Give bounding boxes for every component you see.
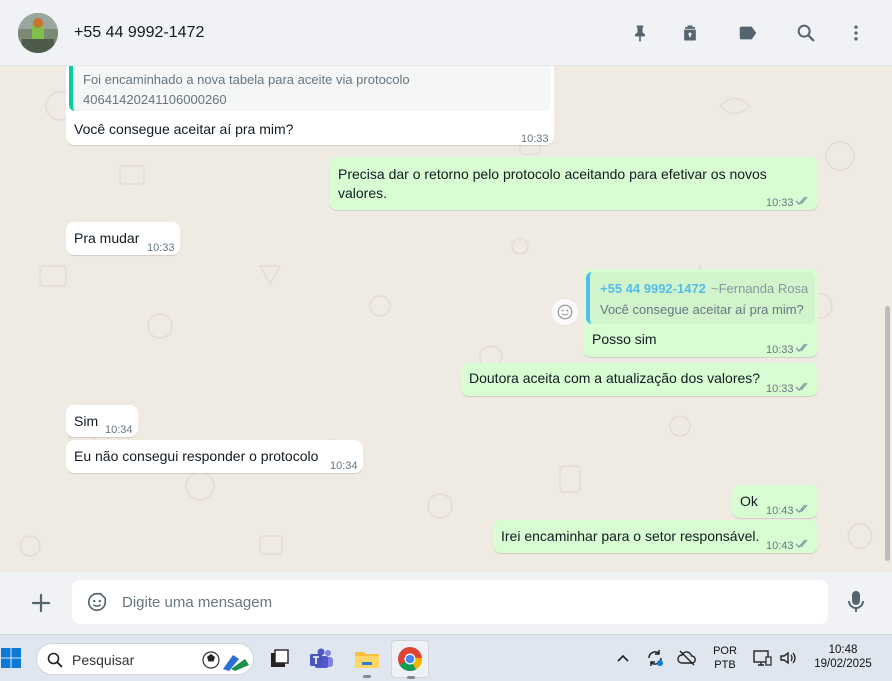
double-check-icon xyxy=(795,539,808,548)
clock-date: 19/02/2025 xyxy=(814,658,872,670)
keyboard-layout: PTB xyxy=(714,659,736,671)
scrollbar-thumb[interactable] xyxy=(885,306,890,561)
message-text: Você consegue aceitar aí pra mim? xyxy=(74,121,294,137)
soccer-widget-icon xyxy=(202,651,249,671)
taskbar-search[interactable]: Pesquisar xyxy=(36,643,254,675)
message-outgoing[interactable]: +55 44 9992-1472 ~Fernanda Rosa Você con… xyxy=(583,269,818,357)
message-text: Posso sim xyxy=(592,331,657,347)
double-check-icon xyxy=(795,343,808,352)
message-incoming[interactable]: Pra mudar 10:33 xyxy=(66,222,180,255)
quote-author: +55 44 9992-1472 xyxy=(600,281,706,296)
message-time: 10:33 xyxy=(521,133,549,145)
language-indicator[interactable]: POR PTB xyxy=(708,645,742,671)
message-text: valores. xyxy=(338,185,388,201)
language-code: POR xyxy=(713,645,737,657)
quote-author-name: ~Fernanda Rosa xyxy=(711,281,809,296)
message-time: 10:34 xyxy=(330,460,358,472)
archive-icon[interactable] xyxy=(678,21,702,45)
message-time: 10:33 xyxy=(766,344,794,356)
message-incoming[interactable]: Foi encaminhado a nova tabela para aceit… xyxy=(66,66,554,145)
message-time: 10:34 xyxy=(105,424,133,436)
message-incoming[interactable]: Sim 10:34 xyxy=(66,405,138,437)
message-outgoing[interactable]: Doutora aceita com a atualização dos val… xyxy=(461,363,818,396)
chevron-up-icon[interactable] xyxy=(614,650,632,668)
reply-quote[interactable]: +55 44 9992-1472 ~Fernanda Rosa Você con… xyxy=(586,272,815,324)
double-check-icon xyxy=(795,196,808,205)
chrome-icon[interactable] xyxy=(391,640,429,679)
message-time: 10:43 xyxy=(766,505,794,517)
message-input-box[interactable] xyxy=(72,580,828,624)
message-outgoing[interactable]: Precisa dar o retorno pelo protocolo ace… xyxy=(329,157,818,210)
sticker-icon[interactable] xyxy=(86,591,108,613)
message-text: Sim xyxy=(74,413,99,429)
message-text: Pra mudar xyxy=(74,230,140,246)
taskbar-clock[interactable]: 10:48 19/02/2025 xyxy=(806,644,880,670)
message-text: Precisa dar o retorno pelo protocolo ace… xyxy=(338,166,767,182)
network-icon[interactable] xyxy=(752,648,774,670)
cloud-offline-icon[interactable] xyxy=(677,648,699,670)
composer-bar xyxy=(0,572,892,634)
pin-icon[interactable] xyxy=(628,21,652,45)
message-time: 10:33 xyxy=(766,197,794,209)
file-explorer-icon[interactable] xyxy=(348,640,386,678)
app-running-indicator xyxy=(363,675,371,678)
windows-start-icon[interactable] xyxy=(0,647,24,671)
task-view-icon[interactable] xyxy=(260,640,298,678)
volume-icon[interactable] xyxy=(778,648,800,670)
attach-plus-icon[interactable] xyxy=(28,590,54,616)
double-check-icon xyxy=(795,504,808,513)
quote-text: Foi encaminhado a nova tabela para aceit… xyxy=(83,72,410,87)
message-incoming[interactable]: Eu não consegui responder o protocolo 10… xyxy=(66,440,363,473)
contact-avatar[interactable] xyxy=(18,13,58,53)
forwarded-quote[interactable]: Foi encaminhado a nova tabela para aceit… xyxy=(69,66,551,111)
menu-icon[interactable] xyxy=(844,21,868,45)
quote-text: 40641420241106000260 xyxy=(83,92,227,107)
double-check-icon xyxy=(795,382,808,391)
message-outgoing[interactable]: Ok 10:43 xyxy=(732,485,818,518)
message-input[interactable] xyxy=(122,591,802,613)
message-text: Doutora aceita com a atualização dos val… xyxy=(469,370,761,386)
message-text: Irei encaminhar para o setor responsável… xyxy=(501,528,760,544)
microphone-icon[interactable] xyxy=(843,588,869,616)
sync-icon[interactable] xyxy=(645,648,667,670)
search-icon[interactable] xyxy=(794,21,818,45)
message-time: 10:33 xyxy=(147,242,175,254)
clock-time: 10:48 xyxy=(828,644,858,656)
message-time: 10:43 xyxy=(766,540,794,552)
message-text: Ok xyxy=(740,493,758,509)
message-time: 10:33 xyxy=(766,383,794,395)
quote-text: Você consegue aceitar aí pra mim? xyxy=(600,302,804,317)
emoji-icon xyxy=(557,304,573,320)
app-running-indicator xyxy=(407,676,415,679)
teams-icon[interactable] xyxy=(303,640,341,678)
taskbar-search-label: Pesquisar xyxy=(72,652,135,668)
windows-taskbar: Pesquisar POR PTB 10:48 19/02/2025 xyxy=(0,634,892,681)
chat-area[interactable]: Foi encaminhado a nova tabela para aceit… xyxy=(0,66,892,572)
message-text: Eu não consegui responder o protocolo xyxy=(74,448,319,464)
contact-name[interactable]: +55 44 9992-1472 xyxy=(74,24,204,42)
chat-scrollbar[interactable] xyxy=(884,66,892,572)
search-icon xyxy=(47,652,63,668)
message-outgoing[interactable]: Irei encaminhar para o setor responsável… xyxy=(493,520,818,553)
chat-header: +55 44 9992-1472 xyxy=(0,0,892,66)
label-icon[interactable] xyxy=(736,21,760,45)
reaction-button[interactable] xyxy=(552,299,578,325)
